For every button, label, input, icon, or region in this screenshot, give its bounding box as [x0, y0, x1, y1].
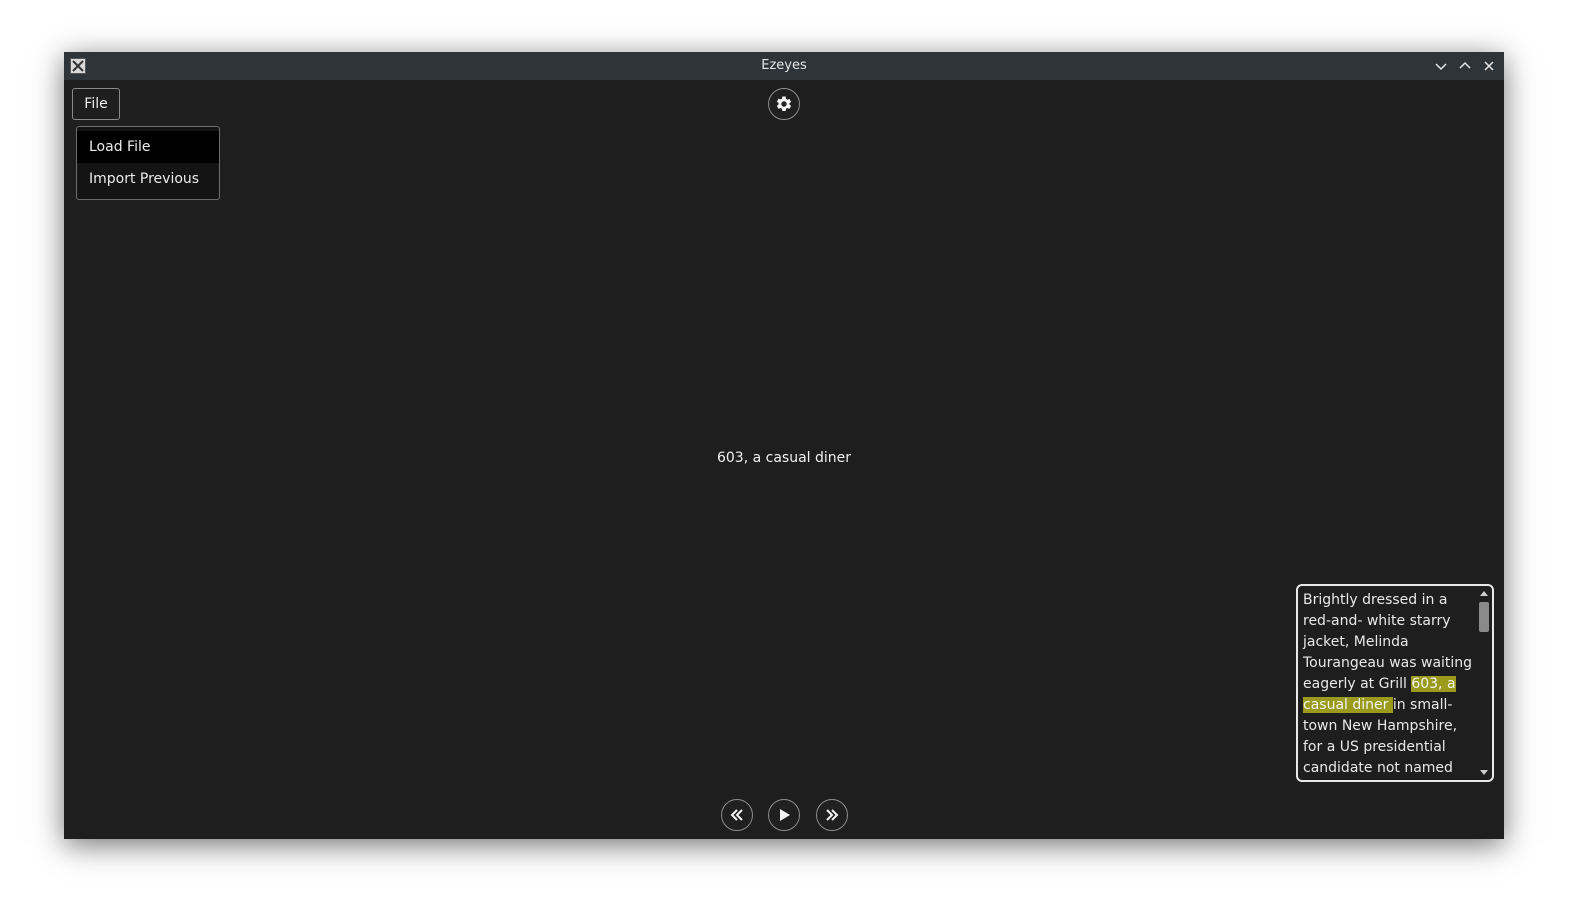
double-chevron-left-icon [730, 809, 743, 821]
chevron-up-icon [1459, 61, 1471, 69]
minimize-button[interactable] [1433, 58, 1449, 74]
source-text-panel[interactable]: Brightly dressed in a red-and- white sta… [1296, 584, 1494, 782]
scroll-down-arrow-icon[interactable] [1480, 770, 1488, 775]
fast-forward-button[interactable] [816, 799, 848, 831]
play-icon [780, 809, 790, 821]
file-menu-button[interactable]: File [72, 88, 120, 120]
settings-button[interactable] [768, 88, 800, 120]
close-icon [1484, 61, 1494, 71]
maximize-button[interactable] [1457, 58, 1473, 74]
text-panel-scrollbar[interactable] [1478, 588, 1490, 778]
rewind-button[interactable] [721, 799, 753, 831]
scroll-up-arrow-icon[interactable] [1480, 591, 1488, 596]
close-button[interactable] [1481, 58, 1497, 74]
title-bar[interactable]: Ezeyes [64, 52, 1504, 80]
gear-icon [776, 96, 792, 111]
menu-item-load-file[interactable]: Load File [77, 131, 219, 163]
play-button[interactable] [768, 799, 800, 831]
scrollbar-thumb[interactable] [1479, 602, 1489, 632]
current-chunk-display: 603, a casual diner [716, 450, 852, 466]
source-text: Brightly dressed in a red-and- white sta… [1303, 590, 1475, 780]
file-dropdown-menu: Load File Import Previous [76, 126, 220, 200]
menu-item-import-previous[interactable]: Import Previous [77, 163, 219, 195]
double-chevron-right-icon [826, 809, 839, 821]
app-window: Ezeyes File Load File Import Previous 60… [64, 52, 1504, 839]
chevron-down-icon [1435, 63, 1447, 71]
window-title: Ezeyes [761, 58, 807, 73]
